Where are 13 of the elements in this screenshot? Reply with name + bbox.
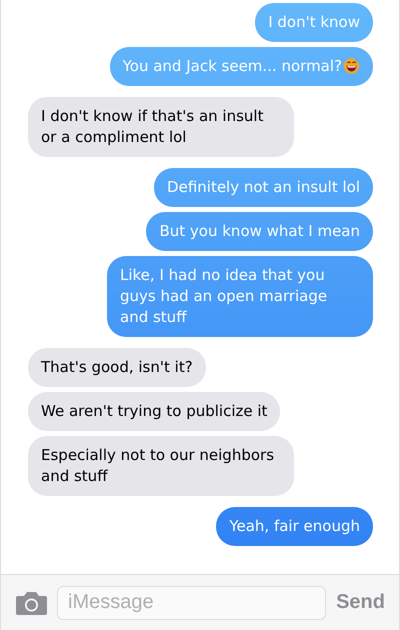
message-bubble: Definitely not an insult lol [154,168,373,207]
message-bubble: I don't know if that's an insult or a compliment lol [28,97,294,157]
message-bubble: Like, I had no idea that you guys had an open marriage and stuff [107,256,373,337]
message-bubble: We aren't trying to publicize it [28,392,280,431]
message-bubble: Especially not to our neighbors and stuff [28,436,294,496]
message-bubble: You and Jack seem... normal? [110,47,373,86]
message-bubble: I don't know [255,3,373,42]
message-bubble: But you know what I mean [146,212,373,251]
send-button[interactable]: Send [336,591,385,614]
camera-icon[interactable] [16,590,47,614]
message-bubble: Yeah, fair enough [216,507,373,546]
message-bubble: That's good, isn't it? [28,348,206,387]
message-input[interactable]: iMessage [57,586,326,620]
